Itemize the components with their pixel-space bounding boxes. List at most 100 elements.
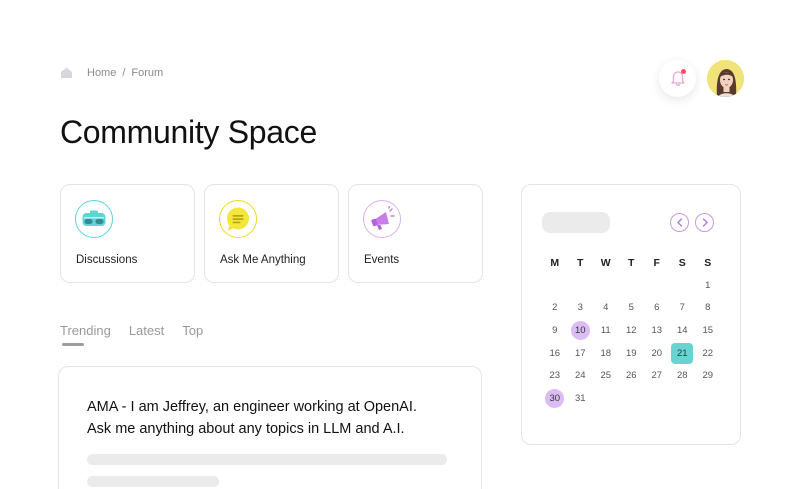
calendar-day[interactable]: 26 <box>619 364 645 387</box>
day-number: 16 <box>549 347 561 359</box>
day-number: 25 <box>600 370 612 382</box>
weekday-header: W <box>600 257 611 269</box>
post-title-line: Ask me anything about any topics in LLM … <box>87 421 405 437</box>
chevron-left-icon <box>676 218 682 227</box>
day-number: 14 <box>676 324 688 336</box>
next-month-button[interactable] <box>695 213 714 232</box>
calendar-day[interactable]: 9 <box>542 319 568 342</box>
calendar-day[interactable]: 22 <box>695 342 721 365</box>
avatar[interactable] <box>707 60 744 97</box>
calendar-day[interactable]: 14 <box>670 319 696 342</box>
day-number: 17 <box>574 347 586 359</box>
calendar-day[interactable]: 2 <box>542 297 568 320</box>
month-placeholder <box>542 212 610 233</box>
category-card-ama[interactable]: Ask Me Anything <box>204 184 339 283</box>
day-number: 12 <box>625 324 637 336</box>
calendar-day[interactable]: 3 <box>568 297 594 320</box>
tab-latest[interactable]: Latest <box>129 323 164 338</box>
category-card-discussions[interactable]: Discussions <box>60 184 195 283</box>
weekday-header: S <box>678 257 686 269</box>
calendar-day[interactable]: 17 <box>568 342 594 365</box>
day-number: 3 <box>577 302 583 314</box>
category-label: Discussions <box>76 254 138 266</box>
page-title: Community Space <box>60 114 317 150</box>
calendar-day[interactable]: 7 <box>670 297 696 320</box>
day-number: 11 <box>600 324 611 336</box>
notification-badge <box>681 69 686 74</box>
megaphone-icon <box>363 200 401 238</box>
content-placeholder <box>87 454 447 465</box>
calendar-widget: M T W T F S S 1 2 3 4 5 6 7 8 9 10 11 12 13 14 15 16 17 18 19 20 21… <box>521 184 741 445</box>
breadcrumb-separator: / <box>122 66 126 79</box>
empty-day-cell <box>644 387 670 410</box>
prev-month-button[interactable] <box>670 213 689 232</box>
weekday-header: S <box>704 257 712 269</box>
chat-bubble-icon <box>219 200 257 238</box>
day-number: 4 <box>603 302 609 314</box>
day-number: 1 <box>705 279 711 291</box>
breadcrumb-current[interactable]: Forum <box>131 67 163 79</box>
day-number: 6 <box>654 302 660 314</box>
weekday-header: T <box>577 257 584 269</box>
day-number: 13 <box>651 324 663 336</box>
day-number: 18 <box>600 347 612 359</box>
breadcrumb: Home / Forum <box>60 66 163 79</box>
breadcrumb-home[interactable]: Home <box>87 67 116 79</box>
day-number: 22 <box>702 347 714 359</box>
calendar-day[interactable]: 27 <box>644 364 670 387</box>
calendar-day[interactable]: 4 <box>593 297 619 320</box>
calendar-day[interactable]: 6 <box>644 297 670 320</box>
calendar-day[interactable]: 1 <box>695 274 721 297</box>
weekday-header: M <box>550 257 560 269</box>
day-number: 24 <box>574 370 586 382</box>
home-icon[interactable] <box>60 66 73 79</box>
calendar-day[interactable]: 28 <box>670 364 696 387</box>
empty-day-cell <box>670 387 696 410</box>
day-number: 20 <box>651 347 663 359</box>
day-number: 2 <box>552 302 558 314</box>
day-number: 23 <box>549 370 561 382</box>
category-label: Ask Me Anything <box>220 254 306 266</box>
calendar-day[interactable]: 30 <box>542 387 568 410</box>
calendar-day[interactable]: 24 <box>568 364 594 387</box>
calendar-day[interactable]: 18 <box>593 342 619 365</box>
day-number: 28 <box>676 370 688 382</box>
calendar-day[interactable]: 29 <box>695 364 721 387</box>
calendar-day[interactable]: 31 <box>568 387 594 410</box>
calendar-day[interactable]: 5 <box>619 297 645 320</box>
calendar-day[interactable]: 25 <box>593 364 619 387</box>
calendar-day-selected[interactable]: 21 <box>670 342 696 365</box>
calendar-day[interactable]: 23 <box>542 364 568 387</box>
day-number: 30 <box>545 388 565 408</box>
post-card[interactable]: AMA - I am Jeffrey, an engineer working … <box>58 366 482 489</box>
day-number: 15 <box>702 324 714 336</box>
weekday-header: F <box>653 257 660 269</box>
avatar-image <box>707 60 744 97</box>
empty-day-cell <box>670 274 696 297</box>
tab-trending[interactable]: Trending <box>60 323 111 338</box>
feed-tabs: Trending Latest Top <box>60 323 221 338</box>
calendar-day[interactable]: 13 <box>644 319 670 342</box>
calendar-day[interactable]: 12 <box>619 319 645 342</box>
calendar-day[interactable]: 15 <box>695 319 721 342</box>
vr-headset-icon <box>75 200 113 238</box>
empty-day-cell <box>593 387 619 410</box>
weekday-header: T <box>628 257 635 269</box>
empty-day-cell <box>619 274 645 297</box>
calendar-day[interactable]: 20 <box>644 342 670 365</box>
post-title[interactable]: AMA - I am Jeffrey, an engineer working … <box>87 396 467 440</box>
calendar-day[interactable]: 8 <box>695 297 721 320</box>
calendar-day[interactable]: 19 <box>619 342 645 365</box>
calendar-day[interactable]: 16 <box>542 342 568 365</box>
day-number: 29 <box>702 370 714 382</box>
tab-top[interactable]: Top <box>182 323 203 338</box>
day-number: 7 <box>679 302 685 314</box>
category-card-events[interactable]: Events <box>348 184 483 283</box>
notification-button[interactable] <box>659 60 696 97</box>
post-title-line: AMA - I am Jeffrey, an engineer working … <box>87 399 417 415</box>
active-tab-indicator <box>62 343 84 346</box>
day-number: 19 <box>625 347 637 359</box>
calendar-day[interactable]: 11 <box>593 319 619 342</box>
day-number: 8 <box>705 302 711 314</box>
calendar-day[interactable]: 10 <box>568 319 594 342</box>
